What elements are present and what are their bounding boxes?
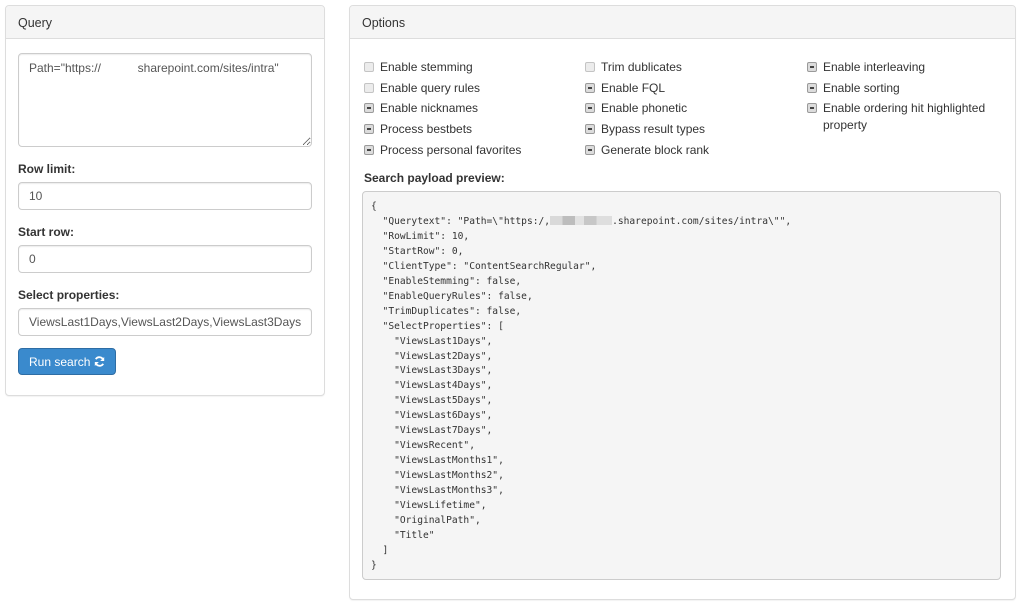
option-trim-dublicates[interactable]: Trim dublicates [585,59,800,76]
option-label: Enable phonetic [601,101,688,116]
options-grid: Enable stemming Enable query rules Enable … [362,59,1003,171]
row-limit-label: Row limit: [18,162,76,176]
options-panel-title: Options [350,6,1015,39]
checkbox-indeterminate[interactable] [585,144,595,155]
query-panel-title: Query [6,6,324,39]
query-panel: Query Path="https:// sharepoint.com/site… [5,5,325,396]
run-search-label: Run search [29,354,91,369]
option-label: Trim dublicates [601,60,682,74]
payload-line: "StartRow": 0, [371,245,464,257]
checkbox-indeterminate[interactable] [364,103,374,114]
payload-line: "ViewsLast6Days", [371,410,493,422]
query-text-input[interactable]: Path="https:// sharepoint.com/sites/intr… [18,53,312,147]
checkbox-indeterminate[interactable] [807,82,817,93]
payload-line: "ViewsRecent", [371,440,475,452]
payload-line: "SelectProperties": [ [371,320,504,332]
option-label: Bypass result types [601,122,706,137]
payload-line: "ViewsLastMonths2", [371,470,504,482]
option-label: Enable ordering hit highlighted property [823,101,986,133]
redacted-block [550,216,613,226]
payload-line: "ViewsLast1Days", [371,335,493,347]
run-search-button[interactable]: Run search [18,348,117,375]
checkbox-indeterminate[interactable] [807,62,817,72]
options-column-3: Enable interleaving Enable sorting Enable … [807,59,1022,138]
payload-line: "ViewsLast3Days", [371,365,493,377]
checkbox-indeterminate[interactable] [364,144,374,155]
payload-line: "Title" [371,529,435,541]
payload-line: "ViewsLastMonths3", [371,485,504,497]
option-enable-fql[interactable]: Enable FQL [585,80,800,97]
option-enable-phonetic[interactable]: Enable phonetic [585,100,800,117]
option-label: Enable stemming [380,60,473,74]
payload-line: ] [371,544,389,556]
checkbox-unchecked[interactable] [364,82,374,93]
payload-line: "ViewsLast2Days", [371,350,493,362]
payload-line: "RowLimit": 10, [371,230,470,242]
option-enable-stemming[interactable]: Enable stemming [364,59,579,76]
payload-line: { [371,201,377,212]
checkbox-indeterminate[interactable] [807,103,817,114]
option-label: Enable FQL [601,80,666,95]
payload-line: "ViewsLastMonths1", [371,455,504,467]
row-limit-input[interactable] [18,182,312,210]
payload-preview-label: Search payload preview: [364,171,505,185]
option-enable-sorting[interactable]: Enable sorting [807,80,1022,97]
option-generate-block-rank[interactable]: Generate block rank [585,142,800,159]
start-row-input[interactable] [18,245,312,273]
payload-line: "OriginalPath", [371,515,481,527]
checkbox-unchecked[interactable] [585,62,595,72]
option-label: Enable sorting [823,80,900,95]
payload-line: } [371,559,377,571]
payload-line: "ViewsLast7Days", [371,425,493,437]
payload-line: "ClientType": "ContentSearchRegular", [371,260,597,272]
option-process-bestbets[interactable]: Process bestbets [364,121,579,138]
payload-line: "EnableQueryRules": false, [371,290,533,302]
refresh-icon [94,356,105,367]
payload-preview: { "Querytext": "Path=\"https:/, .sharepoi… [362,191,1001,580]
payload-line: "Querytext": "Path=\"https:/, .sharepoint… [371,215,792,227]
payload-line: "TrimDuplicates": false, [371,305,522,317]
checkbox-indeterminate[interactable] [585,82,595,93]
options-panel: Options Enable stemming Enable query rule… [349,5,1016,600]
option-bypass-result-types[interactable]: Bypass result types [585,121,800,138]
options-column-1: Enable stemming Enable query rules Enable … [364,59,579,162]
option-label: Enable interleaving [823,60,926,74]
checkbox-indeterminate[interactable] [585,124,595,135]
payload-line: "ViewsLifetime", [371,500,487,512]
checkbox-indeterminate[interactable] [364,124,374,135]
option-label: Process personal favorites [380,142,522,157]
checkbox-indeterminate[interactable] [585,103,595,114]
payload-line: "ViewsLast5Days", [371,395,493,407]
select-properties-label: Select properties: [18,288,120,302]
option-enable-query-rules[interactable]: Enable query rules [364,80,579,97]
option-label: Enable nicknames [380,101,479,116]
checkbox-unchecked[interactable] [364,62,374,72]
option-enable-nicknames[interactable]: Enable nicknames [364,100,579,117]
start-row-label: Start row: [18,225,75,239]
option-label: Process bestbets [380,122,473,137]
option-enable-interleaving[interactable]: Enable interleaving [807,59,1022,76]
option-enable-ordering-hit-highlighted-property[interactable]: Enable ordering hit highlighted property [807,100,1022,134]
options-column-2: Trim dublicates Enable FQL Enable phonetic… [585,59,800,162]
select-properties-input[interactable] [18,308,312,336]
payload-line: "EnableStemming": false, [371,275,522,287]
option-label: Generate block rank [601,142,710,157]
option-label: Enable query rules [380,80,481,95]
payload-line: "ViewsLast4Days", [371,380,493,392]
option-process-personal-favorites[interactable]: Process personal favorites [364,142,579,159]
